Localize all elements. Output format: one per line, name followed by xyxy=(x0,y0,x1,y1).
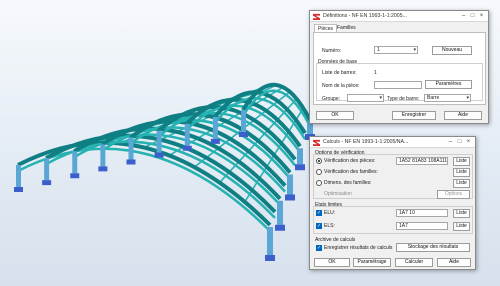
column-base-plate xyxy=(42,180,52,186)
steel-column xyxy=(277,200,283,225)
minimize-icon[interactable]: – xyxy=(446,138,455,146)
elu-checkbox[interactable]: ✓ xyxy=(316,210,322,216)
etats-limites-group xyxy=(313,206,473,234)
steel-column xyxy=(184,123,190,146)
definitions-aide-button[interactable]: Aide xyxy=(444,111,482,120)
dimens-familles-radio[interactable] xyxy=(316,180,322,186)
nouveau-button[interactable]: Nouveau xyxy=(432,46,472,55)
verif-pieces-input[interactable]: 1A52 81A83 108A111 1 xyxy=(396,157,448,165)
column-base-plate xyxy=(239,132,248,137)
steel-column xyxy=(128,137,134,160)
verif-familles-liste-button[interactable]: Liste xyxy=(453,168,470,177)
nom-piece-label: Nom de la pièce: xyxy=(322,83,360,89)
verif-pieces-radio[interactable] xyxy=(316,158,322,164)
elu-label: ELU: xyxy=(324,210,336,216)
type-barre-combo[interactable]: Barre xyxy=(424,94,471,102)
enregistrer-resultats-checkbox[interactable]: ✓ xyxy=(316,245,322,251)
stockage-resultats-button[interactable]: Stockage des résultats xyxy=(396,243,470,252)
dimens-familles-label: Dimens. des familles: xyxy=(324,180,372,186)
liste-barres-label: Liste de barres: xyxy=(322,70,357,76)
calculs-dialog: Calculs - NF EN 1993-1-1:2005/NA... – □ … xyxy=(309,136,476,270)
nom-piece-input[interactable] xyxy=(374,81,422,89)
parametrage-button[interactable]: Paramétrage xyxy=(353,258,391,267)
archive-calculs-label: Archive de calculs xyxy=(315,237,356,243)
column-base-plate xyxy=(14,187,23,192)
column-base-plate xyxy=(182,145,192,151)
steel-column xyxy=(156,130,162,153)
robot-app-icon xyxy=(313,13,320,20)
steel-column xyxy=(267,227,273,255)
maximize-icon[interactable]: □ xyxy=(468,12,477,20)
definitions-enregistrer-button[interactable]: Enregistrer xyxy=(392,111,436,120)
calculs-title: Calculs - NF EN 1993-1-1:2005/NA... xyxy=(323,139,409,145)
column-base-plate xyxy=(126,159,136,165)
options-button[interactable]: Options xyxy=(437,190,470,199)
column-base-plate xyxy=(285,194,295,201)
calculer-button[interactable]: Calculer xyxy=(395,258,433,267)
elu-liste-button[interactable]: Liste xyxy=(453,209,470,218)
minimize-icon[interactable]: – xyxy=(459,12,468,20)
close-icon[interactable]: × xyxy=(477,12,486,20)
calculs-ok-button[interactable]: OK xyxy=(314,258,350,267)
elu-input[interactable]: 1A7 10 xyxy=(396,209,448,217)
column-base-plate xyxy=(275,224,285,231)
verif-pieces-label: Vérification des pièces: xyxy=(324,158,376,164)
els-checkbox[interactable]: ✓ xyxy=(316,223,322,229)
column-base-plate xyxy=(295,164,305,171)
groupe-combo[interactable] xyxy=(347,94,384,102)
parametres-button[interactable]: Paramètres xyxy=(425,80,472,89)
els-liste-button[interactable]: Liste xyxy=(453,222,470,231)
steel-column xyxy=(100,144,106,167)
optimisation-label: Optimisation xyxy=(324,191,352,197)
definitions-dialog: Définitions - NF EN 1993-1-1:2005... – □… xyxy=(309,10,489,124)
steel-column xyxy=(72,151,78,174)
column-base-plate xyxy=(210,138,220,144)
steel-column xyxy=(241,110,246,132)
column-base-plate xyxy=(70,173,80,179)
maximize-icon[interactable]: □ xyxy=(455,138,464,146)
numero-combo[interactable]: 1 xyxy=(374,46,418,54)
steel-column xyxy=(212,116,218,139)
column-base-plate xyxy=(154,152,164,158)
steel-column xyxy=(297,148,303,165)
dimens-familles-liste-button[interactable]: Liste xyxy=(453,179,470,188)
enregistrer-resultats-label: Enregistrer résultats de calculs xyxy=(324,245,393,251)
els-input[interactable]: 1A7 xyxy=(396,222,448,230)
close-icon[interactable]: × xyxy=(464,138,473,146)
column-base-plate xyxy=(265,255,275,261)
column-base-plate xyxy=(98,166,108,172)
robot-app-icon xyxy=(313,139,320,146)
numero-label: Numéro: xyxy=(322,48,342,54)
groupe-label: Groupe: xyxy=(322,96,341,102)
verif-familles-label: Vérification des familles: xyxy=(324,169,378,175)
els-label: ELS: xyxy=(324,223,335,229)
steel-column xyxy=(287,174,293,195)
steel-column xyxy=(16,165,21,187)
steel-column xyxy=(44,158,50,181)
definitions-titlebar[interactable]: Définitions - NF EN 1993-1-1:2005... – □… xyxy=(310,11,488,22)
definitions-ok-button[interactable]: OK xyxy=(316,111,354,120)
liste-barres-value[interactable]: 1 xyxy=(374,70,377,76)
verif-pieces-liste-button[interactable]: Liste xyxy=(453,157,470,166)
definitions-title: Définitions - NF EN 1993-1-1:2005... xyxy=(323,13,407,19)
calculs-aide-button[interactable]: Aide xyxy=(437,258,471,267)
calculs-titlebar[interactable]: Calculs - NF EN 1993-1-1:2005/NA... – □ … xyxy=(310,137,475,148)
verif-familles-radio[interactable] xyxy=(316,169,322,175)
type-barre-label: Type de barre: xyxy=(387,96,420,102)
